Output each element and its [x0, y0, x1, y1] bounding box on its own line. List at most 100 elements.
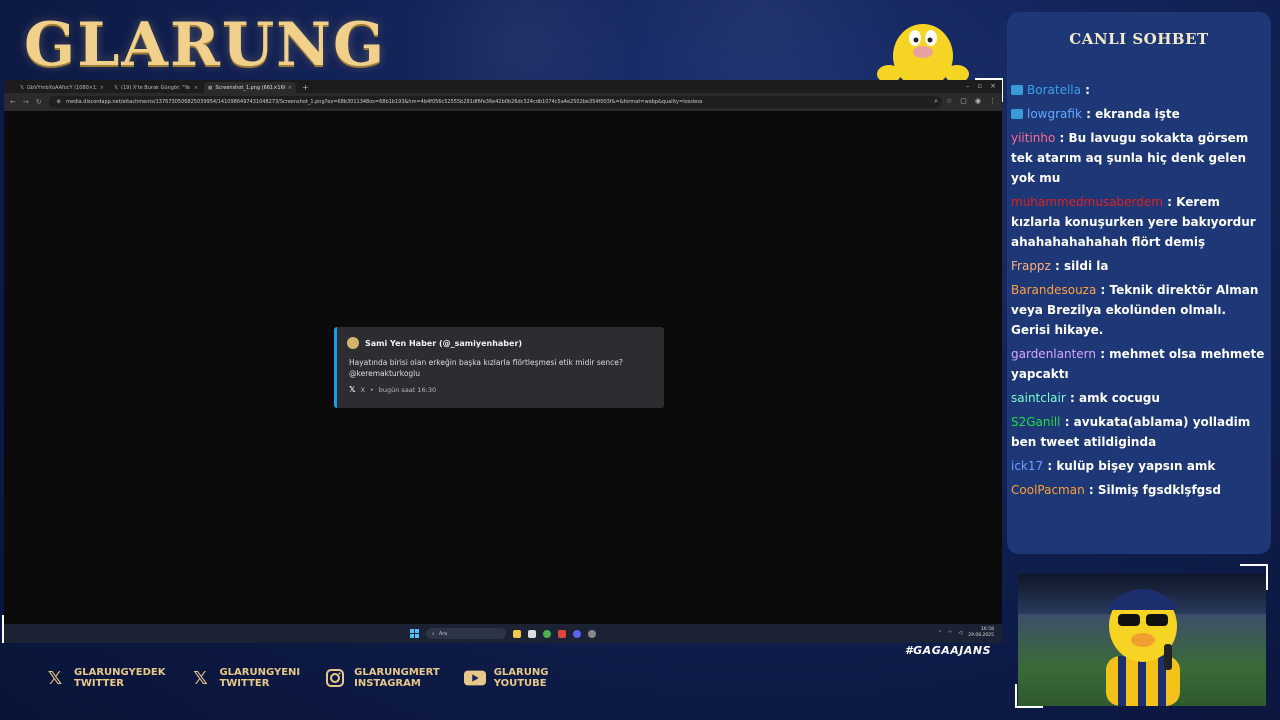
mascot-illustration — [877, 24, 969, 86]
chrome-icon[interactable] — [543, 629, 551, 638]
network-icon[interactable]: ◠ — [948, 630, 952, 636]
chat-username[interactable]: saintclair — [1011, 391, 1066, 405]
tab-bar: 𝕏 GbVYmbXoAAfocY (1080×1315) × 𝕏 (19) X'… — [4, 80, 1002, 93]
volume-icon[interactable]: ◁ — [958, 630, 962, 636]
chat-username[interactable]: CoolPacman — [1011, 483, 1085, 497]
embed-time: bugün saat 16:30 — [378, 385, 437, 394]
instagram-icon — [324, 667, 346, 689]
chat-separator: : — [1055, 131, 1069, 145]
browser-tab-active[interactable]: ◍ Screenshot_1.png (661×160) × — [204, 82, 296, 93]
close-icon[interactable]: × — [194, 85, 198, 91]
chat-username[interactable]: S2Ganill — [1011, 415, 1061, 429]
store-icon[interactable] — [528, 629, 536, 638]
tweet-embed[interactable]: Sami Yen Haber (@_samiyenhaber) Hayatınd… — [334, 327, 664, 408]
windows-taskbar: ⌕ Ara ⌃ ◠ ◁ 16:58 29.08.2025 — [4, 624, 1002, 643]
chat-messages: Boratella : lowgrafik : ekranda işte yiit… — [1011, 80, 1267, 504]
close-icon[interactable]: × — [100, 85, 104, 91]
tab-label: Screenshot_1.png (661×160) — [215, 84, 285, 91]
taskbar-clock[interactable]: 16:58 29.08.2025 — [968, 627, 994, 639]
brave-icon[interactable] — [558, 629, 566, 638]
search-placeholder: Ara — [438, 630, 448, 637]
chat-separator: : — [1050, 259, 1065, 273]
system-tray: ⌃ ◠ ◁ 16:58 29.08.2025 — [938, 627, 994, 639]
chat-username[interactable]: yiitinho — [1011, 131, 1055, 145]
browser-window: 𝕏 GbVYmbXoAAfocY (1080×1315) × 𝕏 (19) X'… — [4, 80, 1002, 643]
x-icon: 𝕏 — [193, 667, 208, 689]
chat-username[interactable]: muhammedmusaberdem — [1011, 195, 1163, 209]
file-explorer-icon[interactable] — [513, 629, 521, 638]
close-window-icon[interactable]: × — [990, 82, 996, 90]
discord-icon[interactable] — [573, 629, 581, 638]
back-icon[interactable]: ← — [10, 98, 16, 106]
chat-username[interactable]: gardenlantern — [1011, 347, 1096, 361]
bookmark-star-icon[interactable]: ☆ — [946, 97, 952, 106]
chat-message: CoolPacman : Silmiş fgsdklşfgsd — [1011, 480, 1267, 500]
browser-tab[interactable]: 𝕏 (19) X'te Burak Güngör: "Ye sı... × — [110, 82, 202, 93]
new-tab-icon[interactable]: + — [302, 83, 309, 92]
clock-date: 29.08.2025 — [968, 633, 994, 638]
embed-text: Hayatında birisi olan erkeğin başka kızl… — [349, 358, 623, 378]
live-chat-panel: CANLI SOHBET Boratella : lowgrafik : ekr… — [1007, 12, 1271, 554]
reload-icon[interactable]: ↻ — [36, 98, 42, 106]
social-item: 𝕏 GLARUNGYEDEK TWITTER — [44, 667, 166, 689]
menu-icon[interactable]: ⋮ — [989, 97, 996, 106]
x-icon: 𝕏 — [349, 385, 356, 394]
user-badge-icon — [1011, 109, 1023, 119]
taskbar-search[interactable]: ⌕ Ara — [426, 628, 506, 639]
windows-start-icon[interactable] — [410, 629, 419, 638]
page-viewport: Sami Yen Haber (@_samiyenhaber) Hayatınd… — [4, 111, 1002, 624]
x-icon: 𝕏 — [47, 667, 63, 689]
minimize-icon[interactable]: – — [966, 82, 970, 90]
browser-tab[interactable]: 𝕏 GbVYmbXoAAfocY (1080×1315) × — [16, 82, 108, 93]
chat-separator: : — [1084, 483, 1098, 497]
tab-label: (19) X'te Burak Güngör: "Ye sı... — [121, 84, 191, 91]
chat-message: lowgrafik : ekranda işte — [1011, 104, 1267, 124]
social-handle: GLARUNGYENI — [219, 667, 301, 678]
chat-separator: : — [1162, 195, 1177, 209]
chat-message: ick17 : kulüp bişey yapsın amk — [1011, 456, 1267, 476]
chat-username[interactable]: ick17 — [1011, 459, 1043, 473]
embed-author[interactable]: Sami Yen Haber (@_samiyenhaber) — [347, 337, 522, 349]
youtube-icon — [463, 667, 486, 689]
chat-username[interactable]: Boratella — [1027, 83, 1081, 97]
url-text: media.discordapp.net/attachments/1376730… — [66, 99, 703, 105]
chat-username[interactable]: lowgrafik — [1027, 107, 1082, 121]
chat-message: muhammedmusaberdem : Kerem kızlarla konu… — [1011, 192, 1267, 252]
channel-logo: GLARUNG — [24, 10, 387, 80]
chevron-up-icon[interactable]: ⌃ — [938, 630, 942, 636]
hashtag: #GAGAAJANS — [905, 644, 991, 657]
chat-text: ekranda işte — [1095, 107, 1180, 121]
extensions-icon[interactable]: ▢ — [960, 97, 967, 106]
chat-separator: : — [1096, 347, 1110, 361]
profile-icon[interactable]: ◉ — [975, 97, 981, 106]
forward-icon[interactable]: → — [23, 98, 29, 106]
chat-message: gardenlantern : mehmet olsa mehmete yapc… — [1011, 344, 1267, 384]
separator-dot: • — [369, 385, 374, 394]
obs-icon[interactable] — [588, 629, 596, 638]
x-icon: 𝕏 — [20, 84, 25, 91]
zoom-icon[interactable]: ⌕ — [934, 97, 938, 106]
chat-message: yiitinho : Bu lavugu sokakta görsem tek … — [1011, 128, 1267, 188]
social-handle: GLARUNGMERT — [354, 667, 440, 678]
social-item: 𝕏 GLARUNGYENI TWITTER — [189, 667, 300, 689]
author-name: Sami Yen Haber (@_samiyenhaber) — [365, 338, 523, 348]
avatar — [347, 337, 359, 349]
chat-separator: : — [1065, 391, 1079, 405]
chat-separator: : — [1043, 459, 1057, 473]
chat-username[interactable]: Frappz — [1011, 259, 1051, 273]
chat-text: Silmiş fgsdklşfgsd — [1097, 483, 1221, 497]
url-field[interactable]: ⚙ media.discordapp.net/attachments/13767… — [48, 96, 942, 108]
close-icon[interactable]: × — [288, 85, 292, 91]
chat-username[interactable]: Barandesouza — [1011, 283, 1096, 297]
embed-footer: 𝕏 X • bugün saat 16:30 — [349, 385, 436, 394]
chat-message: Frappz : sildi la — [1011, 256, 1267, 276]
chat-separator: : — [1080, 83, 1090, 97]
social-platform: TWITTER — [74, 678, 124, 689]
embed-source: X — [360, 385, 365, 394]
chat-message: Barandesouza : Teknik direktör Alman vey… — [1011, 280, 1267, 340]
maximize-icon[interactable]: ▫ — [977, 82, 982, 90]
chat-separator: : — [1060, 415, 1074, 429]
site-info-icon[interactable]: ⚙ — [57, 99, 61, 105]
globe-icon: ◍ — [208, 84, 213, 91]
chat-message: Boratella : — [1011, 80, 1267, 100]
